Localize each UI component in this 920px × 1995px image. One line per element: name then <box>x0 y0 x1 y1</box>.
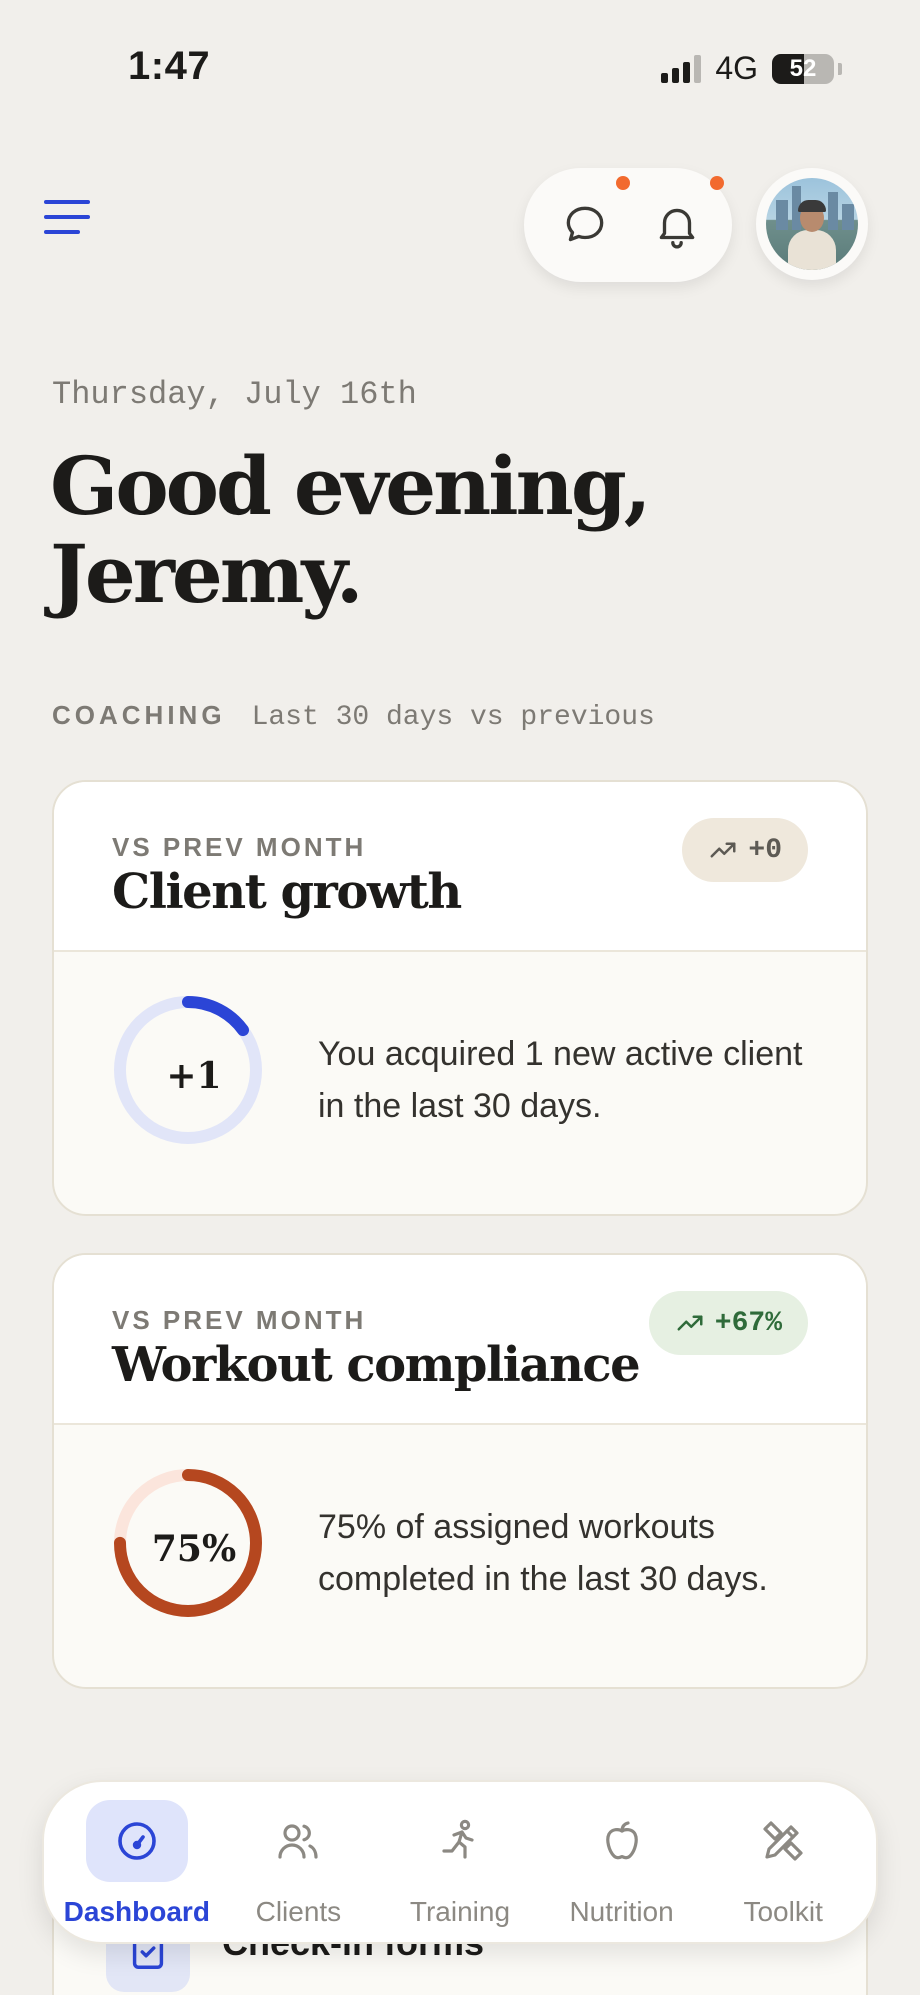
gauge-icon <box>117 1822 156 1860</box>
section-subtitle: Last 30 days vs previous <box>251 702 655 733</box>
users-icon <box>278 1824 318 1859</box>
card-description: You acquired 1 new active client in the … <box>318 1035 803 1125</box>
network-label: 4G <box>715 50 758 86</box>
card-body: 75% 75% of assigned workouts completed i… <box>54 1425 866 1685</box>
card-title: Client growth <box>112 864 462 920</box>
tab-nutrition[interactable]: Nutrition <box>546 1800 698 1928</box>
status-time: 1:47 <box>128 44 211 88</box>
workout-compliance-card[interactable]: VS PREV MONTH Workout compliance +67% 75… <box>52 1253 868 1689</box>
header-action-pill <box>524 168 732 282</box>
trend-value: +67% <box>714 1307 782 1339</box>
battery-nub <box>838 62 842 75</box>
bell-notification-dot <box>710 176 724 190</box>
menu-button[interactable] <box>44 200 104 250</box>
bottom-tab-bar: Dashboard Clients Training Nutrition Too… <box>42 1780 878 1944</box>
tab-label: Dashboard <box>63 1896 210 1927</box>
chat-button[interactable] <box>560 200 610 250</box>
running-person-icon <box>442 1819 474 1859</box>
date-line: Thursday, July 16th <box>52 376 417 413</box>
signal-icon <box>661 54 702 83</box>
greeting-line-1: Good evening, <box>50 439 652 533</box>
tab-training[interactable]: Training <box>384 1800 536 1928</box>
battery-level: 52 <box>789 54 817 82</box>
status-indicators: 4G 52 <box>661 50 842 87</box>
tab-clients[interactable]: Clients <box>222 1800 374 1928</box>
avatar-photo <box>766 178 858 270</box>
client-growth-card[interactable]: VS PREV MONTH Client growth +0 +1 You ac… <box>52 780 868 1216</box>
hamburger-menu-icon <box>44 200 90 204</box>
tab-dashboard[interactable]: Dashboard <box>61 1800 213 1928</box>
chat-notification-dot <box>616 176 630 190</box>
card-kicker: VS PREV MONTH <box>112 1305 367 1335</box>
card-title: Workout compliance <box>112 1337 641 1393</box>
section-label: COACHING <box>52 700 226 730</box>
card-description: 75% of assigned workouts completed in th… <box>318 1508 768 1598</box>
tab-label: Nutrition <box>569 1896 674 1927</box>
card-header: VS PREV MONTH Client growth +0 <box>54 782 866 952</box>
profile-avatar[interactable] <box>756 168 868 280</box>
bell-icon <box>659 208 695 249</box>
trend-badge: +0 <box>682 818 808 882</box>
ring-value: 75% <box>151 1528 237 1570</box>
chat-bubble-icon <box>566 206 604 242</box>
card-header: VS PREV MONTH Workout compliance +67% <box>54 1255 866 1425</box>
pencil-ruler-icon <box>763 1821 803 1861</box>
coaching-section-header: COACHING Last 30 days vs previous <box>52 700 655 733</box>
apple-icon <box>605 1821 638 1860</box>
status-bar: 1:47 4G 52 <box>0 0 920 140</box>
ring-value: +1 <box>166 1055 222 1097</box>
tab-label: Clients <box>255 1896 342 1927</box>
tab-label: Training <box>409 1896 511 1927</box>
card-kicker: VS PREV MONTH <box>112 832 367 862</box>
trend-up-icon <box>677 1315 703 1331</box>
greeting-line-2: Jeremy. <box>50 527 364 621</box>
trend-up-icon <box>710 842 736 858</box>
trend-badge: +67% <box>648 1291 808 1355</box>
card-body: +1 You acquired 1 new active client in t… <box>54 952 866 1212</box>
tab-label: Toolkit <box>743 1896 823 1927</box>
notifications-button[interactable] <box>652 200 702 250</box>
tab-toolkit[interactable]: Toolkit <box>707 1800 859 1928</box>
trend-value: +0 <box>748 834 782 866</box>
battery-icon: 52 <box>772 53 834 84</box>
greeting-title: Good evening, Jeremy. <box>50 442 850 618</box>
